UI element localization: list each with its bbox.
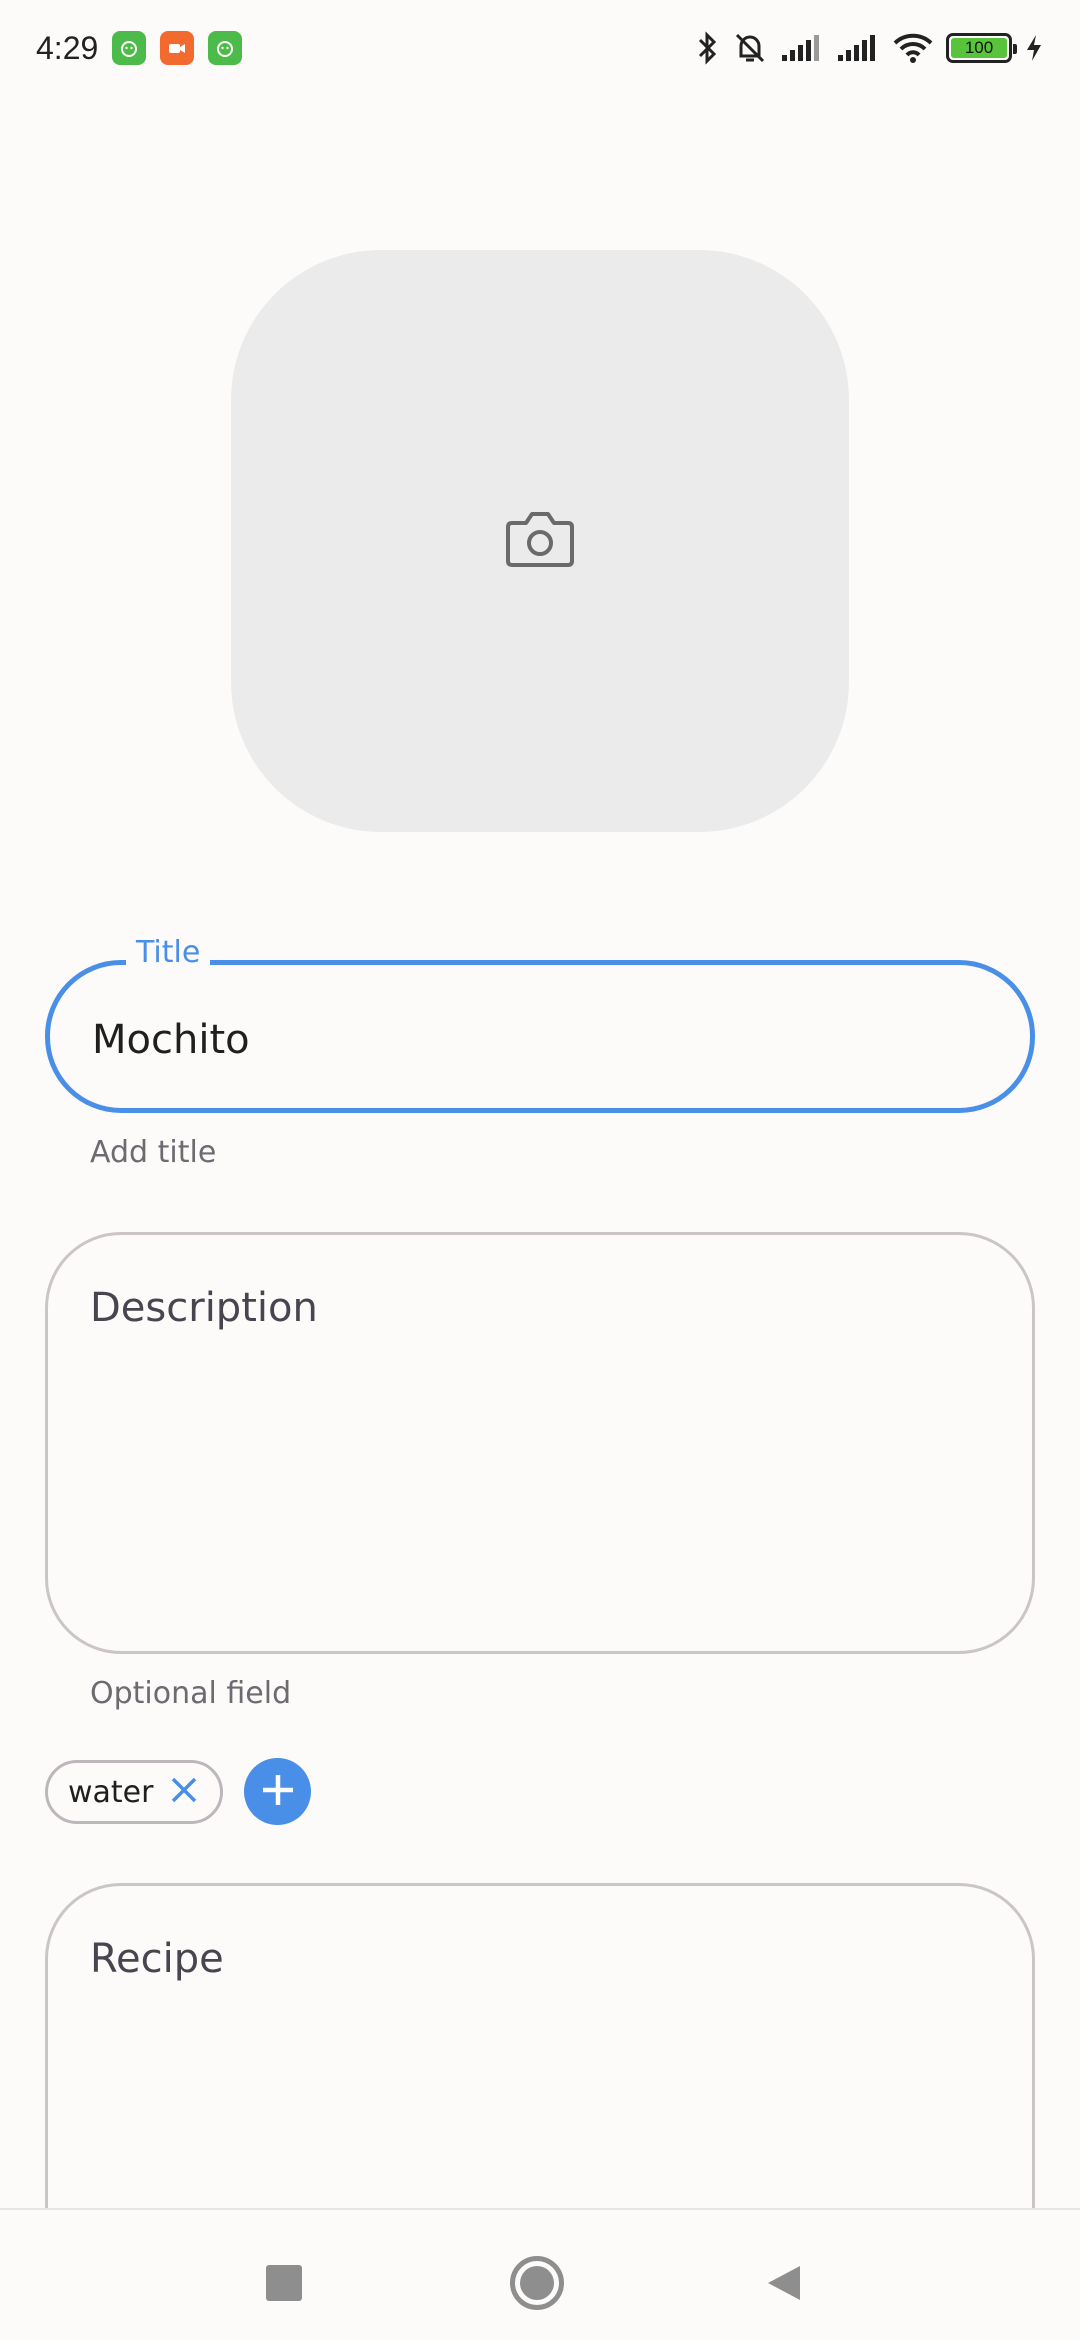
home-button[interactable] <box>510 2256 564 2310</box>
tag-chip[interactable]: water <box>45 1760 223 1824</box>
close-icon[interactable] <box>169 1775 199 1809</box>
signal-icon <box>780 33 824 63</box>
add-tag-button[interactable] <box>244 1758 311 1825</box>
description-helper-text: Optional field <box>90 1676 292 1711</box>
recipe-placeholder: Recipe <box>90 1936 224 1982</box>
app-notification-icon <box>112 31 147 65</box>
title-helper-text: Add title <box>90 1135 217 1170</box>
battery-level: 100 <box>951 38 1007 58</box>
description-placeholder: Description <box>90 1285 318 1331</box>
bluetooth-icon <box>694 30 720 66</box>
image-picker[interactable] <box>231 250 849 832</box>
navigation-bar <box>0 2208 1080 2340</box>
status-right: 100 <box>694 30 1044 66</box>
signal-icon <box>836 33 880 63</box>
title-field-value[interactable]: Mochito <box>92 1017 250 1063</box>
charging-icon <box>1024 33 1044 63</box>
plus-icon <box>259 1771 297 1813</box>
battery-icon: 100 <box>946 33 1017 63</box>
status-bar: 4:29 100 <box>0 0 1080 96</box>
wifi-icon <box>892 32 934 64</box>
bell-off-icon <box>732 30 768 66</box>
camera-icon <box>504 509 576 573</box>
status-left: 4:29 <box>36 29 243 67</box>
tag-chip-label: water <box>68 1774 154 1810</box>
title-field[interactable]: Title Mochito <box>45 935 1035 1113</box>
title-field-label: Title <box>126 935 211 970</box>
recents-button[interactable] <box>266 2265 302 2301</box>
app-notification-icon <box>208 31 243 65</box>
back-button[interactable] <box>766 2264 802 2302</box>
video-notification-icon <box>160 31 195 65</box>
status-time: 4:29 <box>36 29 99 66</box>
home-icon <box>520 2266 554 2300</box>
description-field[interactable]: Description <box>45 1232 1035 1654</box>
